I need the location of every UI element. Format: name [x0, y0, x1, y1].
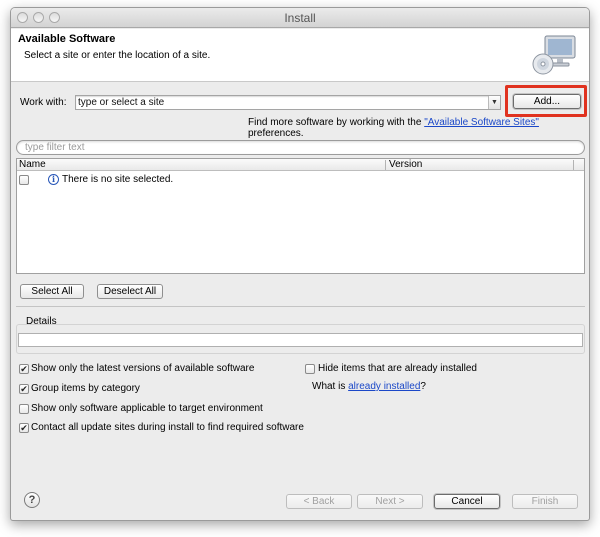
- empty-message: There is no site selected.: [62, 174, 174, 185]
- software-table: Name Version i There is no site selected…: [16, 158, 585, 274]
- computer-cd-icon: [532, 35, 576, 75]
- help-icon[interactable]: ?: [24, 492, 40, 508]
- available-software-sites-link[interactable]: "Available Software Sites": [424, 117, 539, 128]
- column-version[interactable]: Version: [389, 159, 422, 171]
- column-separator: [573, 160, 574, 170]
- dropdown-arrow-icon[interactable]: ▼: [488, 96, 500, 109]
- select-all-button[interactable]: Select All: [20, 284, 84, 299]
- contact-sites-checkbox[interactable]: ✔: [19, 423, 29, 433]
- group-by-category-label: Group items by category: [31, 383, 140, 394]
- filter-input[interactable]: type filter text: [16, 140, 585, 155]
- close-window-button[interactable]: [17, 12, 28, 23]
- what-is-suffix: ?: [420, 381, 426, 392]
- find-more-suffix: preferences.: [248, 128, 304, 139]
- next-button[interactable]: Next >: [357, 494, 423, 509]
- highlight-box: [505, 85, 587, 117]
- zoom-window-button[interactable]: [49, 12, 60, 23]
- what-is-text: What is already installed?: [312, 381, 426, 392]
- work-with-value: type or select a site: [78, 97, 165, 108]
- target-environment-label: Show only software applicable to target …: [31, 403, 263, 414]
- info-icon: i: [48, 174, 59, 185]
- details-label: Details: [26, 316, 57, 327]
- what-is-prefix: What is: [312, 381, 349, 392]
- title-bar: Install: [11, 8, 589, 28]
- already-installed-link[interactable]: already installed: [348, 381, 420, 392]
- filter-placeholder: type filter text: [25, 142, 85, 153]
- work-with-label: Work with:: [20, 97, 67, 108]
- target-environment-checkbox[interactable]: [19, 404, 29, 414]
- hide-installed-label: Hide items that are already installed: [318, 363, 477, 374]
- find-more-prefix: Find more software by working with the: [248, 117, 425, 128]
- minimize-window-button[interactable]: [33, 12, 44, 23]
- table-row: i There is no site selected.: [17, 173, 584, 187]
- hide-installed-checkbox[interactable]: [305, 364, 315, 374]
- finish-button[interactable]: Finish: [512, 494, 578, 509]
- back-button[interactable]: < Back: [286, 494, 352, 509]
- column-name[interactable]: Name: [19, 159, 46, 171]
- divider: [16, 306, 585, 307]
- column-separator: [385, 160, 386, 170]
- page-subtitle: Select a site or enter the location of a…: [24, 50, 211, 61]
- install-dialog: Install Available Software Select a site…: [10, 7, 590, 521]
- page-title: Available Software: [18, 33, 116, 45]
- work-with-combo[interactable]: type or select a site ▼: [75, 95, 501, 110]
- latest-versions-checkbox[interactable]: ✔: [19, 364, 29, 374]
- contact-sites-label: Contact all update sites during install …: [31, 422, 304, 433]
- find-more-text: Find more software by working with the "…: [248, 117, 589, 139]
- table-header: Name Version: [17, 159, 584, 171]
- window-title: Install: [284, 11, 316, 25]
- details-text-area[interactable]: [18, 333, 583, 347]
- dialog-header: Available Software Select a site or ente…: [11, 29, 589, 82]
- row-checkbox[interactable]: [19, 175, 29, 185]
- latest-versions-label: Show only the latest versions of availab…: [31, 363, 255, 374]
- cancel-button[interactable]: Cancel: [434, 494, 500, 509]
- group-by-category-checkbox[interactable]: ✔: [19, 384, 29, 394]
- deselect-all-button[interactable]: Deselect All: [97, 284, 163, 299]
